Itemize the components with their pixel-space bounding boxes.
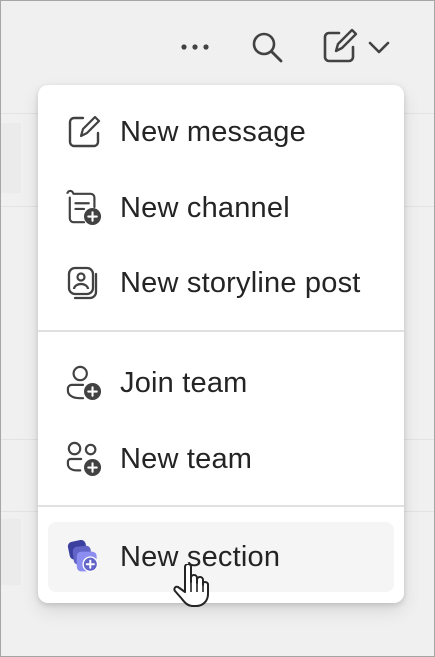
new-item-dropdown-button[interactable] (313, 25, 399, 69)
channel-add-icon (66, 189, 102, 226)
menu-item-new-team[interactable]: New team (48, 424, 394, 494)
menu-item-label: New team (120, 442, 253, 475)
chevron-down-icon (368, 41, 390, 54)
background-list-item (1, 123, 21, 193)
menu-item-label: New message (120, 115, 306, 148)
search-icon (252, 32, 283, 63)
hand-pointer-cursor-icon (173, 564, 209, 607)
menu-item-new-message[interactable]: New message (48, 97, 394, 167)
person-add-icon (66, 365, 102, 401)
more-options-button[interactable] (173, 27, 217, 67)
menu-item-new-channel[interactable]: New channel (48, 173, 394, 243)
people-add-icon (66, 441, 102, 477)
menu-item-join-team[interactable]: Join team (48, 348, 394, 418)
menu-divider (38, 505, 404, 507)
background-list-item (1, 519, 21, 585)
search-button[interactable] (245, 25, 289, 69)
menu-item-new-section[interactable]: New section (48, 522, 394, 592)
menu-item-label: Join team (120, 366, 248, 399)
menu-item-label: New channel (120, 191, 290, 224)
compose-icon (66, 114, 102, 150)
section-add-icon (66, 539, 102, 575)
menu-divider (38, 330, 404, 332)
menu-item-new-storyline-post[interactable]: New storyline post (48, 248, 394, 318)
new-item-menu: New message New channel New storyline po… (38, 85, 404, 603)
more-horizontal-icon (181, 44, 209, 50)
menu-item-label: New storyline post (120, 266, 361, 299)
storyline-icon (66, 265, 102, 301)
compose-icon (323, 28, 358, 63)
app-window: New message New channel New storyline po… (0, 0, 435, 657)
